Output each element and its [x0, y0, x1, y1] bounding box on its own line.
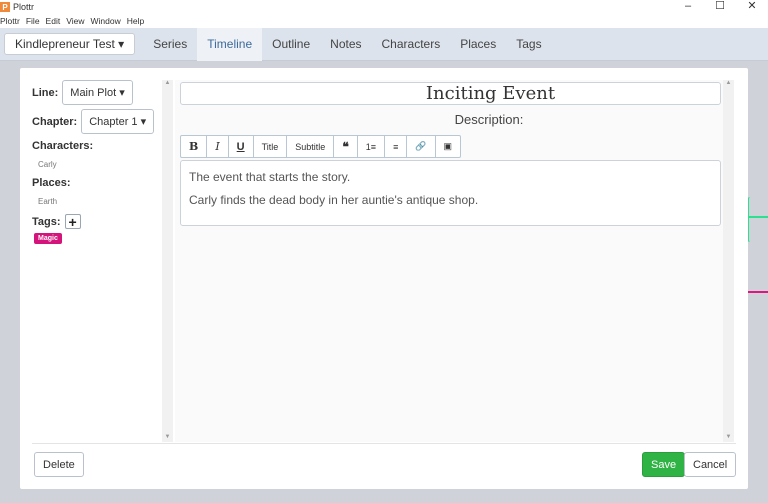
subtitle-button[interactable]: Subtitle: [287, 136, 335, 157]
dialog-footer: Delete Save Cancel: [32, 443, 737, 489]
save-button[interactable]: Save: [642, 452, 686, 477]
numbered-list-icon[interactable]: 1≡: [358, 136, 386, 157]
nav-bar: Kindlepreneur Test ▾ Series Timeline Out…: [0, 27, 768, 61]
description-line: Carly finds the dead body in her auntie'…: [189, 193, 479, 207]
menu-file[interactable]: File: [26, 16, 40, 26]
minimize-icon[interactable]: –: [672, 0, 704, 12]
timeline-connector: [747, 197, 768, 242]
card-details-panel: Line: Main Plot ▾ Chapter: Chapter 1 ▾ C…: [32, 80, 162, 244]
rich-text-toolbar: B I U Title Subtitle ❝ 1≡ ≡ 🔗 ▣: [180, 135, 462, 158]
description-line: The event that starts the story.: [189, 170, 351, 184]
menu-window[interactable]: Window: [90, 16, 120, 26]
tags-label: Tags:: [32, 215, 61, 228]
menu-plottr[interactable]: Plottr: [0, 16, 20, 26]
chapter-dropdown[interactable]: Chapter 1 ▾: [81, 109, 155, 134]
line-value: Main Plot: [70, 87, 117, 99]
bold-button[interactable]: B: [181, 136, 208, 157]
tab-tags[interactable]: Tags: [506, 28, 551, 61]
bulleted-list-icon[interactable]: ≡: [385, 136, 408, 157]
chapter-value: Chapter 1: [89, 116, 138, 128]
image-icon[interactable]: ▣: [436, 136, 461, 157]
cancel-button[interactable]: Cancel: [684, 452, 737, 477]
close-icon[interactable]: ✕: [736, 0, 768, 12]
tab-characters[interactable]: Characters: [372, 28, 451, 61]
delete-button[interactable]: Delete: [34, 452, 84, 477]
main-scrollbar[interactable]: ▲ ▼: [723, 80, 734, 442]
timeline-line: [748, 291, 768, 293]
tab-timeline[interactable]: Timeline: [197, 27, 263, 61]
add-tag-button[interactable]: +: [64, 214, 81, 230]
menu-view[interactable]: View: [66, 16, 84, 26]
description-label: Description:: [454, 112, 524, 127]
line-dropdown[interactable]: Main Plot ▾: [62, 80, 133, 105]
tab-places[interactable]: Places: [450, 28, 506, 61]
tab-series[interactable]: Series: [143, 28, 197, 61]
menu-edit[interactable]: Edit: [46, 16, 61, 26]
menu-help[interactable]: Help: [127, 16, 144, 26]
card-title-input[interactable]: Inciting Event: [180, 82, 721, 105]
menu-bar: Plottr File Edit View Window Help: [0, 14, 768, 28]
underline-button[interactable]: U: [229, 136, 254, 157]
title-bar: P Plottr – ☐ ✕: [0, 0, 768, 14]
link-icon[interactable]: 🔗: [407, 136, 436, 157]
left-scrollbar[interactable]: ▲ ▼: [162, 80, 173, 442]
quote-icon[interactable]: ❝: [334, 136, 358, 157]
title-button[interactable]: Title: [254, 136, 288, 157]
places-label: Places:: [32, 177, 71, 189]
maximize-icon[interactable]: ☐: [704, 0, 736, 12]
place-item[interactable]: Earth: [38, 197, 162, 206]
chapter-label: Chapter:: [32, 115, 78, 128]
card-editor: Inciting Event Description: B I U Title …: [175, 80, 723, 442]
line-label: Line:: [32, 86, 59, 99]
scene-card-dialog: Line: Main Plot ▾ Chapter: Chapter 1 ▾ C…: [20, 68, 748, 489]
app-logo-icon: P: [0, 2, 10, 12]
description-editor[interactable]: The event that starts the story. Carly f…: [180, 160, 721, 226]
tab-outline[interactable]: Outline: [262, 28, 320, 61]
characters-label: Characters:: [32, 140, 94, 152]
project-dropdown[interactable]: Kindlepreneur Test ▾: [4, 33, 136, 55]
tab-notes[interactable]: Notes: [320, 28, 371, 61]
character-item[interactable]: Carly: [38, 160, 162, 169]
window-title: Plottr: [13, 2, 35, 12]
project-name: Kindlepreneur Test: [15, 37, 115, 51]
italic-button[interactable]: I: [207, 136, 229, 157]
tag-badge[interactable]: Magic: [34, 233, 62, 244]
